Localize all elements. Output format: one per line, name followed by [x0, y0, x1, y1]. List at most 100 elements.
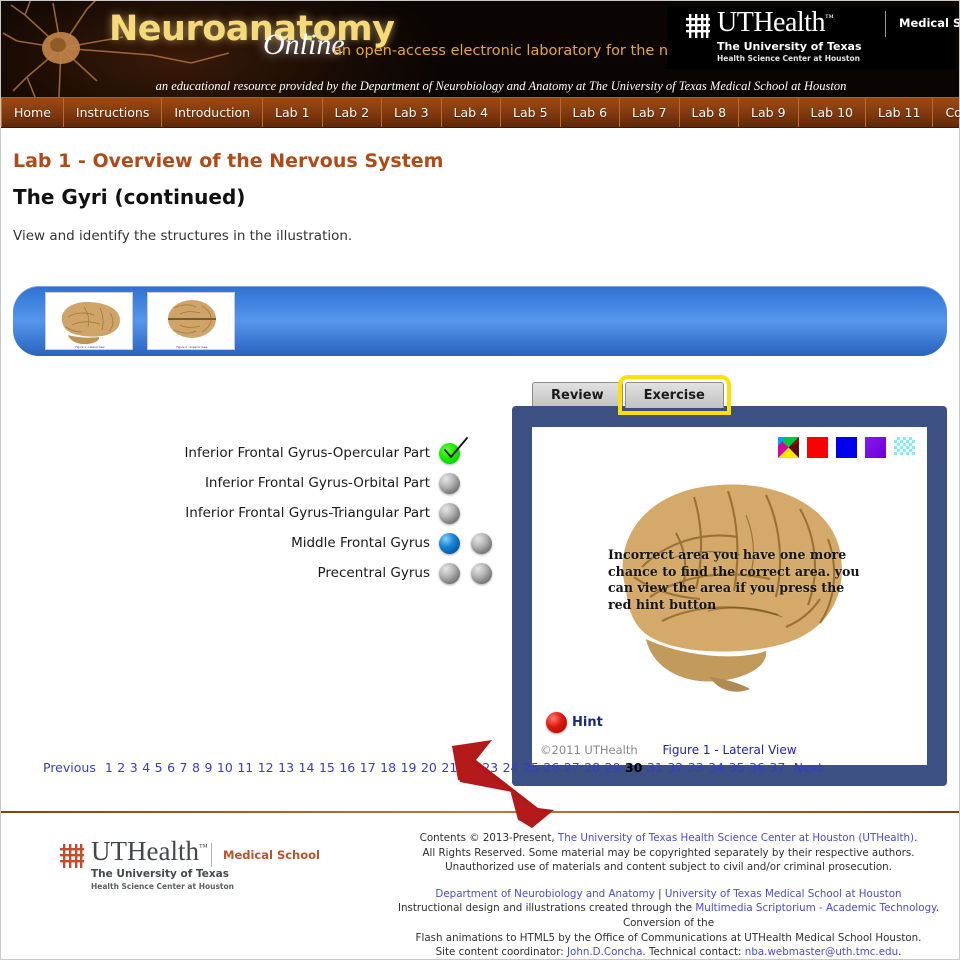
pagination-page-28[interactable]: 28 [584, 760, 600, 775]
pagination-page-10[interactable]: 10 [217, 760, 233, 775]
gyrus-label[interactable]: Inferior Frontal Gyrus-Triangular Part [185, 505, 430, 521]
nav-item-lab-10[interactable]: Lab 10 [799, 98, 866, 127]
color-swatch-palette [778, 437, 915, 458]
nav-item-lab-1[interactable]: Lab 1 [263, 98, 323, 127]
gyrus-label[interactable]: Middle Frontal Gyrus [291, 535, 430, 551]
pagination-page-2[interactable]: 2 [117, 760, 125, 775]
pagination-page-19[interactable]: 19 [401, 760, 417, 775]
pagination-page-20[interactable]: 20 [421, 760, 437, 775]
swatch-multicolor[interactable] [778, 437, 799, 458]
pagination-page-17[interactable]: 17 [360, 760, 376, 775]
pagination-page-34[interactable]: 34 [708, 760, 724, 775]
pagination-page-22[interactable]: 22 [462, 760, 478, 775]
hint-button[interactable]: Hint [546, 712, 603, 733]
pagination-page-1[interactable]: 1 [105, 760, 113, 775]
nav-item-lab-3[interactable]: Lab 3 [382, 98, 442, 127]
nav-item-lab-11[interactable]: Lab 11 [866, 98, 934, 127]
footer-design-line: Instructional design and illustrations c… [381, 901, 956, 930]
pagination-page-13[interactable]: 13 [278, 760, 294, 775]
pagination-page-36[interactable]: 36 [749, 760, 765, 775]
exercise-figure-caption: Figure 1 - Lateral View [662, 743, 797, 757]
gyrus-status-secondary[interactable] [471, 532, 492, 554]
footer-link-scriptorium[interactable]: Multimedia Scriptorium - Academic Techno… [695, 902, 935, 914]
gyrus-label[interactable]: Inferior Frontal Gyrus-Opercular Part [184, 445, 430, 461]
thumbnail-superior-view[interactable]: Figure 2 - Superior View [147, 292, 235, 350]
tab-exercise[interactable]: Exercise [617, 375, 731, 415]
pagination-page-6[interactable]: 6 [167, 760, 175, 775]
pagination-page-16[interactable]: 16 [339, 760, 355, 775]
nav-item-home[interactable]: Home [1, 98, 64, 127]
gyrus-status-secondary[interactable] [471, 562, 492, 584]
pagination-page-26[interactable]: 26 [543, 760, 559, 775]
pagination-page-23[interactable]: 23 [482, 760, 498, 775]
swatch-purple[interactable] [865, 437, 886, 458]
tab-review[interactable]: Review [532, 382, 623, 408]
pagination-page-8[interactable]: 8 [192, 760, 200, 775]
gyrus-status-correct[interactable] [439, 436, 468, 464]
gyrus-row[interactable]: Precentral Gyrus [13, 558, 503, 588]
pagination-next[interactable]: Next [794, 760, 823, 775]
thumbnail-lateral-view[interactable]: Figure 1 - Lateral View [45, 292, 133, 350]
gyrus-row[interactable]: Inferior Frontal Gyrus-Opercular Part [13, 436, 503, 468]
nav-item-lab-6[interactable]: Lab 6 [561, 98, 621, 127]
pagination-page-11[interactable]: 11 [237, 760, 253, 775]
pagination-page-9[interactable]: 9 [204, 760, 212, 775]
site-footer: UTHealth™ Medical School The University … [1, 813, 959, 959]
nav-item-lab-9[interactable]: Lab 9 [739, 98, 799, 127]
nav-item-lab-4[interactable]: Lab 4 [442, 98, 502, 127]
pagination-page-7[interactable]: 7 [180, 760, 188, 775]
gyrus-status-pending[interactable] [439, 562, 460, 584]
footer-link-webmaster-email[interactable]: nba.webmaster@uth.tmc.edu [745, 946, 898, 958]
swatch-red[interactable] [807, 437, 828, 458]
pagination-page-35[interactable]: 35 [729, 760, 745, 775]
pagination-page-29[interactable]: 29 [605, 760, 621, 775]
swatch-checkered-cyan[interactable] [894, 437, 915, 458]
nav-item-introduction[interactable]: Introduction [162, 98, 264, 127]
footer-design-pre: Instructional design and illustrations c… [397, 902, 696, 915]
lab-title: Lab 1 - Overview of the Nervous System [13, 150, 444, 172]
pagination-page-31[interactable]: 31 [647, 760, 663, 775]
pagination-page-12[interactable]: 12 [258, 760, 274, 775]
nav-item-contact-us[interactable]: Contact Us [933, 98, 960, 127]
footer-link-department[interactable]: Department of Neurobiology and Anatomy [435, 888, 654, 900]
pagination-previous[interactable]: Previous [43, 760, 96, 775]
pagination-page-27[interactable]: 27 [564, 760, 580, 775]
page-root: Neuroanatomy Online an open-access elect… [0, 0, 960, 960]
gyrus-status-pending[interactable] [439, 502, 460, 524]
pagination-page-21[interactable]: 21 [441, 760, 457, 775]
pagination-page-24[interactable]: 24 [503, 760, 519, 775]
site-banner: Neuroanatomy Online an open-access elect… [1, 1, 959, 97]
gyrus-row[interactable]: Inferior Frontal Gyrus-Triangular Part [13, 498, 503, 528]
pagination-page-15[interactable]: 15 [319, 760, 335, 775]
pagination-page-5[interactable]: 5 [155, 760, 163, 775]
gyrus-row[interactable]: Middle Frontal Gyrus [13, 528, 503, 558]
footer-link-uthealth[interactable]: The University of Texas Health Science C… [558, 832, 914, 844]
nav-item-lab-5[interactable]: Lab 5 [501, 98, 561, 127]
nav-item-lab-2[interactable]: Lab 2 [323, 98, 383, 127]
footer-text-block: Contents © 2013-Present, The University … [381, 831, 956, 960]
page-subtitle: The Gyri (continued) [13, 185, 246, 209]
gyrus-row[interactable]: Inferior Frontal Gyrus-Orbital Part [13, 468, 503, 498]
page-content: Lab 1 - Overview of the Nervous System T… [1, 128, 959, 828]
nav-item-lab-7[interactable]: Lab 7 [620, 98, 680, 127]
exercise-tab-bar: Review Exercise [532, 375, 731, 415]
pagination-page-37[interactable]: 37 [769, 760, 785, 775]
footer-link-coordinator[interactable]: John.D.Concha [567, 946, 642, 958]
pagination-page-4[interactable]: 4 [142, 760, 150, 775]
pagination-page-3[interactable]: 3 [130, 760, 138, 775]
gyrus-status-pending[interactable] [439, 472, 460, 494]
pagination-page-18[interactable]: 18 [380, 760, 396, 775]
nav-item-instructions[interactable]: Instructions [64, 98, 163, 127]
pagination-page-25[interactable]: 25 [523, 760, 539, 775]
footer-link-medical-school[interactable]: University of Texas Medical School at Ho… [665, 888, 902, 900]
pagination-page-32[interactable]: 32 [667, 760, 683, 775]
gyrus-status-active[interactable] [439, 532, 460, 554]
pagination-page-14[interactable]: 14 [299, 760, 315, 775]
exercise-canvas[interactable]: Incorrect area you have one more chance … [532, 427, 927, 765]
swatch-blue[interactable] [836, 437, 857, 458]
gyrus-label[interactable]: Inferior Frontal Gyrus-Orbital Part [205, 475, 430, 491]
pagination-page-30-current[interactable]: 30 [625, 760, 642, 775]
pagination-page-33[interactable]: 33 [688, 760, 704, 775]
nav-item-lab-8[interactable]: Lab 8 [680, 98, 740, 127]
gyrus-label[interactable]: Precentral Gyrus [318, 565, 431, 581]
